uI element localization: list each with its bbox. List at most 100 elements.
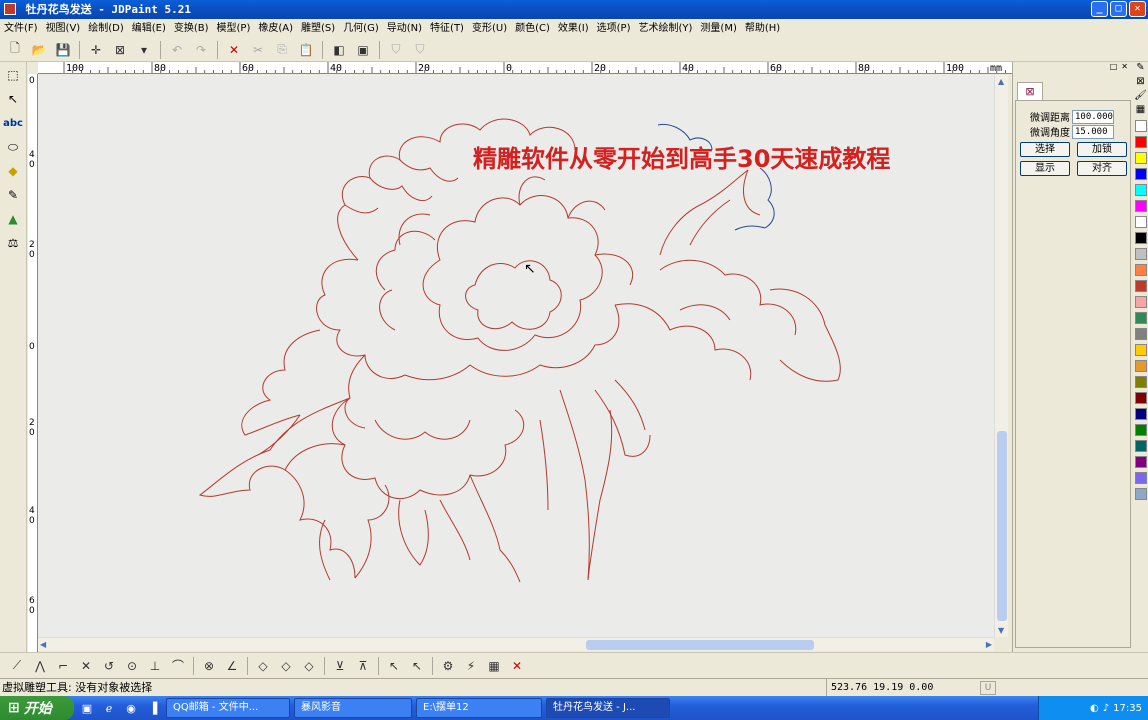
vertical-scrollbar[interactable]: ▲ ▼	[994, 75, 1008, 637]
color-swatch[interactable]	[1135, 168, 1147, 180]
color-swatch[interactable]	[1135, 488, 1147, 500]
browser-icon[interactable]: ℯ	[100, 699, 118, 717]
lock-button[interactable]: 加锁	[1077, 142, 1127, 157]
color-swatch[interactable]	[1135, 312, 1147, 324]
close-button[interactable]: ✕	[1129, 1, 1146, 17]
tray-network-icon[interactable]: ◐	[1090, 703, 1099, 714]
circle-point-icon[interactable]: ⊙	[121, 656, 143, 676]
menu-model[interactable]: 模型(P)	[215, 19, 257, 38]
undo-icon[interactable]: ↶	[166, 40, 188, 60]
menu-sculpt[interactable]: 雕塑(S)	[299, 19, 341, 38]
line-tool-icon[interactable]: ⟋	[6, 656, 28, 676]
panel-close-icon[interactable]: ✕	[1121, 62, 1128, 76]
layer-up-icon[interactable]: ⊼	[352, 656, 374, 676]
task-qq-mail[interactable]: QQ邮箱 - 文件中...	[166, 698, 290, 718]
menu-color[interactable]: 颜色(C)	[513, 19, 556, 38]
brush-icon[interactable]: 🖌	[1133, 90, 1148, 104]
pick-tool-icon[interactable]: ↖	[383, 656, 405, 676]
color-swatch[interactable]	[1135, 456, 1147, 468]
shield-right-icon[interactable]: ⛉	[409, 40, 431, 60]
task-jdpaint[interactable]: 牡丹花鸟发送 - J...	[546, 698, 670, 718]
color-swatch[interactable]	[1135, 152, 1147, 164]
select-box-icon[interactable]: ⬚	[2, 64, 24, 86]
align-button[interactable]: 对齐	[1077, 161, 1127, 176]
scroll-down-icon[interactable]: ▼	[998, 626, 1004, 635]
copy-icon[interactable]: ⎘	[271, 40, 293, 60]
tray-volume-icon[interactable]: ♪	[1103, 703, 1109, 714]
menu-measure[interactable]: 测量(M)	[698, 19, 742, 38]
menu-eraser[interactable]: 橡皮(A)	[256, 19, 299, 38]
select-frame-icon[interactable]: ⊠	[109, 40, 131, 60]
color-swatch[interactable]	[1135, 232, 1147, 244]
new-file-icon[interactable]: 🗋	[4, 40, 26, 60]
cut-icon[interactable]: ✂	[247, 40, 269, 60]
tangent-icon[interactable]: ⌒	[167, 656, 189, 676]
vertical-scroll-thumb[interactable]	[997, 431, 1007, 621]
color-swatch[interactable]	[1135, 360, 1147, 372]
color-cube-icon[interactable]: ◧	[328, 40, 350, 60]
color-swatch[interactable]	[1135, 264, 1147, 276]
desktop-icon[interactable]: ▣	[78, 699, 96, 717]
color-swatch[interactable]	[1135, 376, 1147, 388]
color-swatch[interactable]	[1135, 344, 1147, 356]
arc-tool-icon[interactable]: ↺	[98, 656, 120, 676]
save-icon[interactable]: 💾	[52, 40, 74, 60]
node-diamond-2-icon[interactable]: ◇	[275, 656, 297, 676]
scroll-right-icon[interactable]: ▶	[986, 640, 992, 649]
pick-remove-icon[interactable]: ↖	[406, 656, 428, 676]
task-explorer[interactable]: E:\摆单12	[416, 698, 542, 718]
snap-angle-icon[interactable]: ∠	[221, 656, 243, 676]
horizontal-scroll-thumb[interactable]	[586, 640, 814, 650]
menu-draw[interactable]: 绘制(D)	[86, 19, 130, 38]
cross-tool-icon[interactable]: ✕	[75, 656, 97, 676]
drawing-canvas[interactable]: 精雕软件从零开始到高手30天速成教程 ↖	[38, 75, 994, 637]
menu-view[interactable]: 视图(V)	[44, 19, 87, 38]
menu-deform[interactable]: 变形(U)	[470, 19, 513, 38]
horizontal-scrollbar[interactable]: ◀ ▶	[38, 637, 994, 651]
color-swatch[interactable]	[1135, 200, 1147, 212]
fill-tool-icon[interactable]: ◆	[2, 160, 24, 182]
fine-angle-input[interactable]: 15.000	[1072, 124, 1114, 139]
color-swatch[interactable]	[1135, 328, 1147, 340]
menu-effect[interactable]: 效果(I)	[556, 19, 595, 38]
gear-tool-icon[interactable]: ⚙	[437, 656, 459, 676]
text-tool-icon[interactable]: abc	[2, 112, 24, 134]
delete-icon[interactable]: ✕	[223, 40, 245, 60]
menu-file[interactable]: 文件(F)	[2, 19, 44, 38]
shield-left-icon[interactable]: ⛉	[385, 40, 407, 60]
color-swatch[interactable]	[1135, 408, 1147, 420]
measure-tool-icon[interactable]: ⚖	[2, 232, 24, 254]
snap-point-icon[interactable]: ⊗	[198, 656, 220, 676]
color-swatch[interactable]	[1135, 248, 1147, 260]
trim-tool-icon[interactable]: ⋀	[29, 656, 51, 676]
misc-icon[interactable]: ▐	[144, 699, 162, 717]
menu-edit[interactable]: 编辑(E)	[130, 19, 172, 38]
shape-tool-icon[interactable]: ⬭	[2, 136, 24, 158]
color-swatch[interactable]	[1135, 216, 1147, 228]
start-button[interactable]: ⊞ 开始	[0, 696, 74, 720]
maximize-button[interactable]: □	[1110, 1, 1127, 17]
sculpt-tool-icon[interactable]: ▲	[2, 208, 24, 230]
grid-tool-icon[interactable]: ▦	[483, 656, 505, 676]
perpendicular-icon[interactable]: ⊥	[144, 656, 166, 676]
color-swatch[interactable]	[1135, 424, 1147, 436]
menu-geometry[interactable]: 几何(G)	[341, 19, 385, 38]
no-color-icon[interactable]: ⊠	[1133, 76, 1148, 90]
grid-icon[interactable]: ▦	[1133, 104, 1148, 118]
crosshair-icon[interactable]: ✛	[85, 40, 107, 60]
dropdown-arrow-icon[interactable]: ▾	[133, 40, 155, 60]
panel-restore-icon[interactable]: □	[1110, 62, 1118, 76]
fine-distance-input[interactable]: 100.000	[1072, 109, 1114, 124]
color-swatch[interactable]	[1135, 472, 1147, 484]
color-swatch[interactable]	[1135, 392, 1147, 404]
open-folder-icon[interactable]: 📂	[28, 40, 50, 60]
menu-options[interactable]: 选项(P)	[595, 19, 637, 38]
task-storm-player[interactable]: 暴风影音	[294, 698, 412, 718]
color-swatch[interactable]	[1135, 296, 1147, 308]
color-swatch[interactable]	[1135, 184, 1147, 196]
menu-transform[interactable]: 变换(B)	[172, 19, 215, 38]
redo-icon[interactable]: ↷	[190, 40, 212, 60]
layer-down-icon[interactable]: ⊻	[329, 656, 351, 676]
show-button[interactable]: 显示	[1020, 161, 1070, 176]
eraser-tool-icon[interactable]: ✎	[2, 184, 24, 206]
